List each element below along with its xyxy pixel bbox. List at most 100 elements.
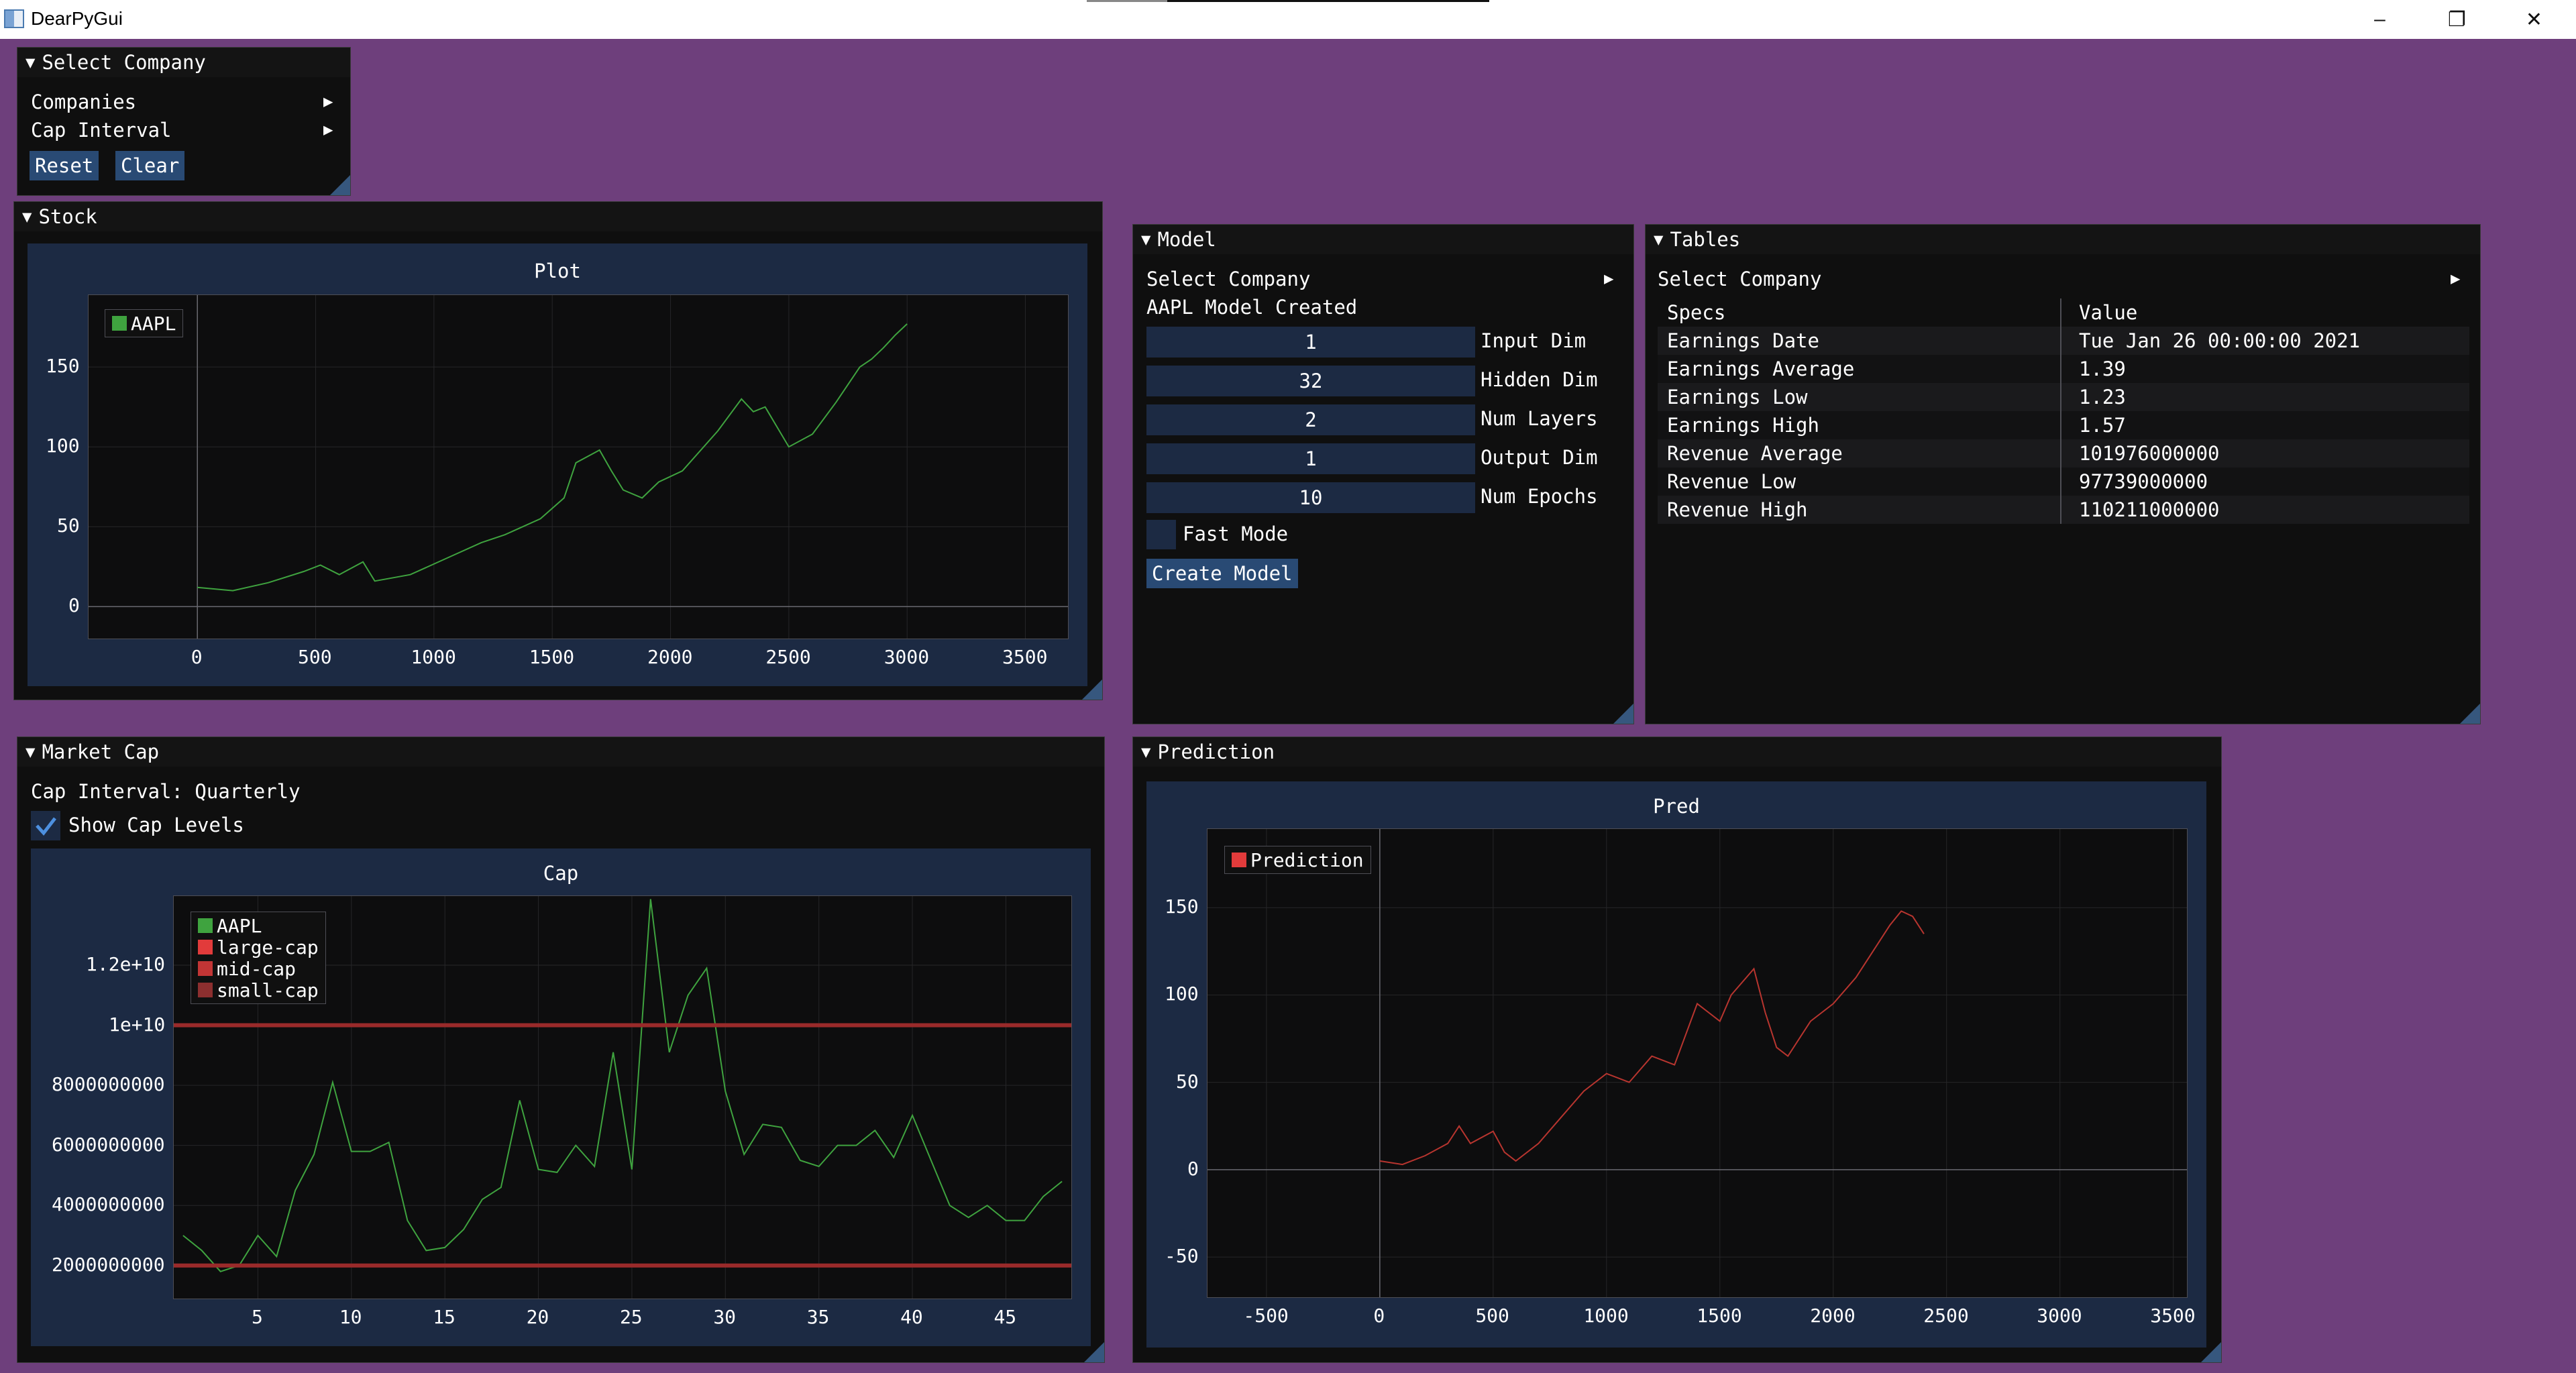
- show-cap-levels-checkbox[interactable]: [31, 811, 60, 840]
- select-company-header[interactable]: ▼ Select Company: [17, 48, 350, 77]
- x-tick-label: 500: [1475, 1305, 1509, 1327]
- resize-grip[interactable]: [2201, 1342, 2221, 1362]
- title-strip-accent: [1087, 0, 1167, 2]
- select-company-menu[interactable]: Select Company: [1146, 268, 1310, 290]
- create-model-button[interactable]: Create Model: [1146, 559, 1298, 588]
- checkmark-icon: [36, 817, 56, 836]
- plot-area[interactable]: [88, 294, 1069, 639]
- restore-icon[interactable]: ❐: [2418, 0, 2496, 39]
- input-dim-label: Input Dim: [1481, 329, 1587, 352]
- legend-swatch: [1232, 853, 1246, 867]
- plot-legend[interactable]: AAPL: [105, 309, 184, 337]
- app-icon: [4, 9, 24, 28]
- collapse-arrow-icon[interactable]: ▼: [1654, 230, 1663, 249]
- input-dim-field[interactable]: 1: [1146, 327, 1475, 358]
- plot-area[interactable]: [1207, 828, 2188, 1298]
- prediction-header[interactable]: ▼ Prediction: [1133, 737, 2221, 767]
- submenu-arrow-icon[interactable]: ▶: [1604, 269, 1613, 288]
- x-tick-label: 10: [339, 1306, 362, 1328]
- window-title-label: Select Company: [42, 51, 206, 74]
- stock-header[interactable]: ▼ Stock: [14, 202, 1102, 231]
- plot-title: Pred: [1653, 795, 1700, 818]
- x-tick-label: 0: [191, 646, 203, 668]
- x-tick-label: 3000: [883, 646, 930, 668]
- market-cap-header[interactable]: ▼ Market Cap: [17, 737, 1104, 767]
- show-cap-levels-label: Show Cap Levels: [68, 814, 244, 836]
- y-tick-label: 150: [46, 355, 80, 378]
- x-tick-label: 5: [251, 1306, 263, 1328]
- table-header-row: Specs Value: [1658, 298, 2469, 328]
- close-icon[interactable]: ✕: [2496, 0, 2573, 39]
- y-tick-label: 0: [1187, 1157, 1199, 1180]
- x-tick-label: 500: [298, 646, 332, 668]
- chart-svg: [89, 295, 1068, 639]
- x-tick-label: 20: [526, 1306, 549, 1328]
- table-cell: 101976000000: [2079, 442, 2220, 465]
- hidden-dim-field[interactable]: 32: [1146, 366, 1475, 396]
- tables-window: ▼ Tables Select Company ▶ Specs Value Earn…: [1645, 224, 2481, 724]
- model-status: AAPL Model Created: [1146, 296, 1358, 319]
- stock-window: ▼ Stock Plot AAPL 0 500 1000 1500 2000 2500 30…: [13, 201, 1103, 700]
- chart-svg: [1208, 829, 2187, 1297]
- num-layers-field[interactable]: 2: [1146, 404, 1475, 435]
- table-cell: 1.39: [2079, 358, 2126, 380]
- y-tick-label: 4000000000: [52, 1193, 165, 1216]
- legend-item[interactable]: Prediction: [1232, 849, 1364, 871]
- resize-grip[interactable]: [2460, 704, 2480, 724]
- table-row: Earnings High 1.57: [1658, 411, 2469, 439]
- legend-label: AAPL: [131, 312, 176, 335]
- reset-button[interactable]: Reset: [30, 151, 99, 180]
- output-dim-field[interactable]: 1: [1146, 443, 1475, 474]
- legend-swatch: [198, 983, 213, 997]
- table-cell: Earnings Low: [1667, 386, 1808, 408]
- x-tick-label: 0: [1373, 1305, 1385, 1327]
- tables-header[interactable]: ▼ Tables: [1646, 225, 2480, 254]
- fast-mode-checkbox[interactable]: [1146, 520, 1176, 549]
- plot-legend[interactable]: Prediction: [1224, 846, 1371, 874]
- minimize-icon[interactable]: –: [2341, 0, 2418, 39]
- table-row: Revenue Average 101976000000: [1658, 439, 2469, 468]
- model-header[interactable]: ▼ Model: [1133, 225, 1633, 254]
- menu-companies[interactable]: Companies: [31, 91, 136, 113]
- clear-button[interactable]: Clear: [115, 151, 185, 180]
- prediction-plot[interactable]: Pred Prediction -500 0 500 1000 1500 2000 2500…: [1146, 781, 2206, 1348]
- stock-plot[interactable]: Plot AAPL 0 500 1000 1500 2000 2500 3000 3500 0 5…: [28, 243, 1087, 686]
- x-tick-label: 25: [619, 1306, 643, 1328]
- window-title-label: Tables: [1670, 228, 1741, 251]
- menu-cap-interval[interactable]: Cap Interval: [31, 119, 172, 142]
- select-company-menu[interactable]: Select Company: [1658, 268, 1821, 290]
- specs-table: Specs Value Earnings Date Tue Jan 26 00:00:…: [1658, 298, 2469, 540]
- x-tick-label: 3000: [2037, 1305, 2082, 1327]
- submenu-arrow-icon[interactable]: ▶: [323, 92, 333, 111]
- table-row: Earnings Date Tue Jan 26 00:00:00 2021: [1658, 327, 2469, 355]
- x-tick-label: 40: [900, 1306, 923, 1328]
- num-epochs-field[interactable]: 10: [1146, 482, 1475, 513]
- legend-item[interactable]: small-cap: [198, 979, 319, 1001]
- resize-grip[interactable]: [1082, 679, 1102, 700]
- y-tick-label: 150: [1165, 895, 1199, 918]
- collapse-arrow-icon[interactable]: ▼: [25, 743, 35, 761]
- legend-item[interactable]: large-cap: [198, 936, 319, 958]
- collapse-arrow-icon[interactable]: ▼: [22, 207, 32, 226]
- collapse-arrow-icon[interactable]: ▼: [1141, 230, 1150, 249]
- resize-grip[interactable]: [1084, 1342, 1104, 1362]
- collapse-arrow-icon[interactable]: ▼: [25, 53, 35, 72]
- legend-label: AAPL: [217, 914, 262, 937]
- cap-plot[interactable]: Cap AAPL large-cap mid-cap small-cap 5 10…: [31, 848, 1091, 1346]
- resize-grip[interactable]: [330, 175, 350, 195]
- resize-grip[interactable]: [1613, 704, 1633, 724]
- legend-label: Prediction: [1250, 848, 1364, 871]
- submenu-arrow-icon[interactable]: ▶: [2451, 269, 2460, 288]
- collapse-arrow-icon[interactable]: ▼: [1141, 743, 1150, 761]
- x-tick-label: 2500: [765, 646, 811, 668]
- legend-label: large-cap: [217, 936, 319, 958]
- legend-item[interactable]: AAPL: [198, 914, 319, 937]
- x-tick-label: 1000: [411, 646, 456, 668]
- legend-swatch: [198, 961, 213, 976]
- legend-item[interactable]: AAPL: [112, 312, 176, 335]
- legend-item[interactable]: mid-cap: [198, 958, 319, 980]
- plot-legend[interactable]: AAPL large-cap mid-cap small-cap: [191, 912, 326, 1004]
- submenu-arrow-icon[interactable]: ▶: [323, 120, 333, 139]
- x-tick-label: 1500: [529, 646, 575, 668]
- y-tick-label: -50: [1165, 1245, 1199, 1268]
